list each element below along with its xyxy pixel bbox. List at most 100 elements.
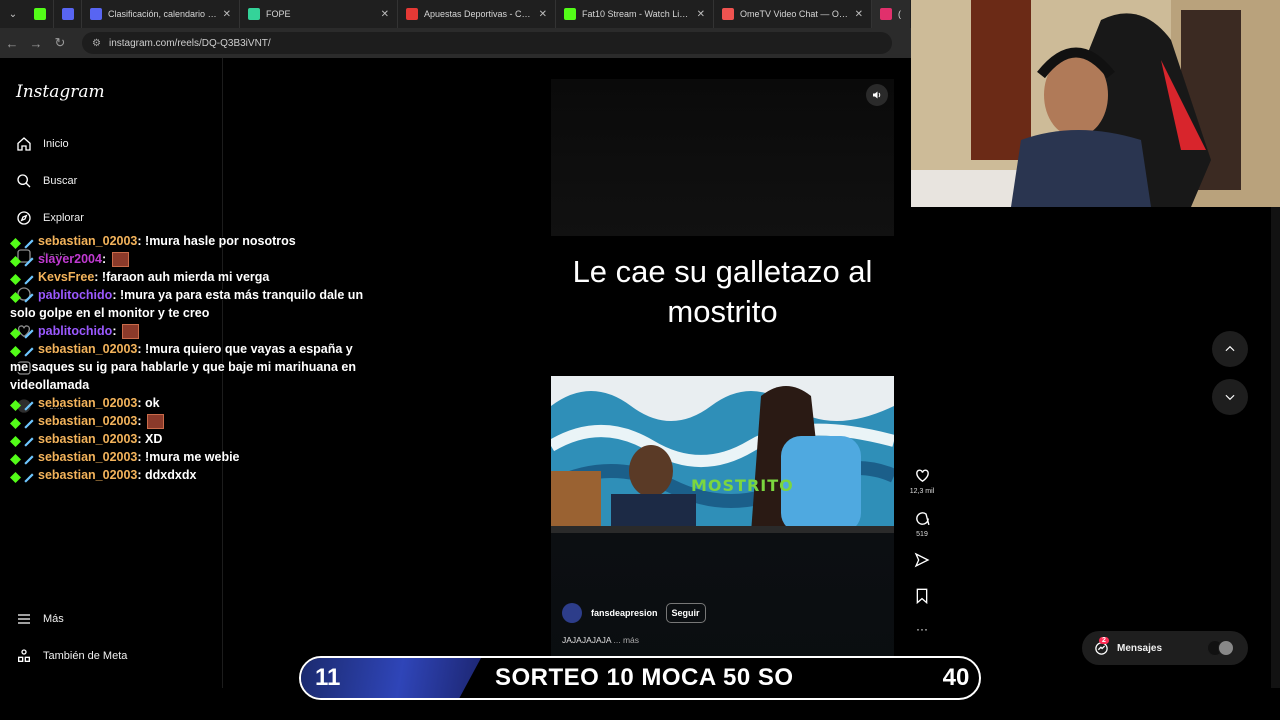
- instagram-logo[interactable]: Instagram: [16, 82, 105, 102]
- site-info-icon[interactable]: ⚙: [92, 38, 101, 49]
- chat-message: sebastian_02003: ddxdxdx: [10, 466, 370, 484]
- chat-username[interactable]: pablitochido: [38, 324, 112, 338]
- instagram-icon: [880, 8, 892, 20]
- subscriber-badge-icon: [10, 470, 21, 484]
- chat-message: pablitochido:: [10, 322, 370, 340]
- chat-message: pablitochido: !mura ya para esta más tra…: [10, 286, 370, 322]
- chat-username[interactable]: sebastian_02003: [38, 468, 137, 482]
- chat-username[interactable]: sebastian_02003: [38, 414, 137, 428]
- chat-username[interactable]: KevsFree: [38, 270, 94, 284]
- nav-inicio[interactable]: Inicio: [16, 136, 69, 152]
- streamer-webcam: [911, 0, 1280, 207]
- search-icon: [17, 174, 31, 188]
- nav-mas[interactable]: Más: [16, 611, 64, 627]
- author-name[interactable]: fansdeapresion: [591, 608, 658, 618]
- heart-icon: [915, 469, 929, 483]
- messages-badge: 2: [1099, 637, 1109, 644]
- tab-instagram[interactable]: (2): [872, 0, 910, 28]
- reel-author: fansdeapresion Seguir: [562, 603, 706, 623]
- tab-fope[interactable]: FOPE ✕: [240, 0, 398, 28]
- nav-label: Inicio: [43, 138, 69, 150]
- chat-message: slayer2004:: [10, 250, 370, 268]
- reload-button[interactable]: ↻: [48, 35, 72, 51]
- author-avatar[interactable]: [562, 603, 582, 623]
- site-icon: [722, 8, 734, 20]
- tab-app-2[interactable]: [54, 0, 82, 28]
- ellipsis-icon: ···: [916, 622, 928, 636]
- close-icon[interactable]: ✕: [539, 9, 547, 20]
- subscriber-badge-icon: [10, 326, 21, 340]
- comment-count: 519: [916, 531, 928, 538]
- chat-message: sebastian_02003: XD: [10, 430, 370, 448]
- chat-username[interactable]: sebastian_02003: [38, 234, 137, 248]
- more-options-button[interactable]: ···: [905, 622, 939, 636]
- messages-button[interactable]: 2 Mensajes: [1082, 631, 1248, 665]
- address-bar: ← → ↻ ⚙ instagram.com/reels/DQ-Q3B3iVNT/: [0, 28, 911, 58]
- chat-message: sebastian_02003:: [10, 412, 370, 430]
- nav-tambien-de-meta[interactable]: También de Meta: [16, 648, 127, 664]
- mute-button[interactable]: [866, 84, 888, 106]
- tab-label: Clasificación, calendario y estad: [108, 9, 217, 19]
- like-button[interactable]: 12,3 mil: [905, 467, 939, 495]
- comment-button[interactable]: 519: [905, 510, 939, 538]
- chat-username[interactable]: pablitochido: [38, 288, 112, 302]
- reel-scene: MOSTRITO: [551, 376, 894, 533]
- chat-username[interactable]: sebastian_02003: [38, 450, 137, 464]
- tab-search-button[interactable]: ⌄: [0, 0, 26, 28]
- subscriber-badge-icon: [10, 434, 21, 448]
- meta-grid-icon: [17, 649, 30, 662]
- close-icon[interactable]: ✕: [697, 9, 705, 20]
- more-link[interactable]: ... más: [614, 635, 640, 645]
- messages-label: Mensajes: [1117, 642, 1163, 654]
- menu-icon: [18, 614, 30, 624]
- url-field[interactable]: ⚙ instagram.com/reels/DQ-Q3B3iVNT/: [82, 32, 892, 54]
- save-button[interactable]: [905, 588, 939, 604]
- follow-button[interactable]: Seguir: [665, 603, 706, 623]
- reel-video[interactable]: Le cae su galletazo al mostrito MOSTRITO: [551, 79, 894, 688]
- nav-buscar[interactable]: Buscar: [16, 173, 77, 189]
- nav-label: Buscar: [43, 175, 78, 187]
- reel-overlay-text: Le cae su galletazo al mostrito: [572, 254, 873, 329]
- site-icon: [248, 8, 260, 20]
- previous-reel-button[interactable]: [1212, 331, 1248, 367]
- chat-username[interactable]: sebastian_02003: [38, 396, 137, 410]
- reel-top-blur: [551, 79, 894, 236]
- nav-explorar[interactable]: Explorar: [16, 210, 84, 226]
- subscriber-badge-icon: [10, 254, 21, 268]
- emote-icon: [147, 414, 165, 430]
- tab-fat10[interactable]: Fat10 Stream - Watch Live on K ✕: [556, 0, 714, 28]
- close-icon[interactable]: ✕: [381, 9, 389, 20]
- back-button[interactable]: ←: [0, 36, 24, 51]
- sword-badge-icon: [24, 344, 35, 357]
- chat-text: : !mura hasle por nosotros: [137, 234, 296, 248]
- subscriber-badge-icon: [10, 416, 21, 430]
- banner-ticker-text: SORTEO 10 MOCA 50 SO: [495, 664, 794, 691]
- chat-text: : !mura me webie: [137, 450, 240, 464]
- close-icon[interactable]: ✕: [223, 9, 231, 20]
- tab-ometv[interactable]: OmeTV Video Chat — Ome ✕: [714, 0, 872, 28]
- nav-label: También de Meta: [43, 650, 128, 662]
- chat-username[interactable]: slayer2004: [38, 252, 102, 266]
- tab-clasificacion[interactable]: Clasificación, calendario y estad ✕: [82, 0, 240, 28]
- sword-badge-icon: [24, 398, 35, 411]
- kick-icon: [564, 8, 576, 20]
- banner-right-number: 40: [942, 664, 970, 691]
- close-icon[interactable]: ✕: [855, 9, 863, 20]
- kick-icon: [34, 8, 46, 20]
- page-scrollbar[interactable]: [1271, 207, 1280, 688]
- tab-label: OmeTV Video Chat — Ome: [740, 9, 849, 19]
- forward-button[interactable]: →: [24, 36, 48, 51]
- chat-username[interactable]: sebastian_02003: [38, 432, 137, 446]
- chevron-down-icon: [1225, 394, 1235, 401]
- chat-text: : ok: [137, 396, 160, 410]
- chat-username[interactable]: sebastian_02003: [38, 342, 137, 356]
- tab-apuestas[interactable]: Apuestas Deportivas - Casa de ✕: [398, 0, 556, 28]
- subscriber-badge-icon: [10, 236, 21, 250]
- chat-text: : XD: [137, 432, 163, 446]
- chat-message: sebastian_02003: !mura hasle por nosotro…: [10, 232, 370, 250]
- tab-kick-1[interactable]: [26, 0, 54, 28]
- webcam-image: [911, 0, 1280, 207]
- chevron-up-icon: [1225, 345, 1235, 352]
- share-button[interactable]: [905, 552, 939, 568]
- next-reel-button[interactable]: [1212, 379, 1248, 415]
